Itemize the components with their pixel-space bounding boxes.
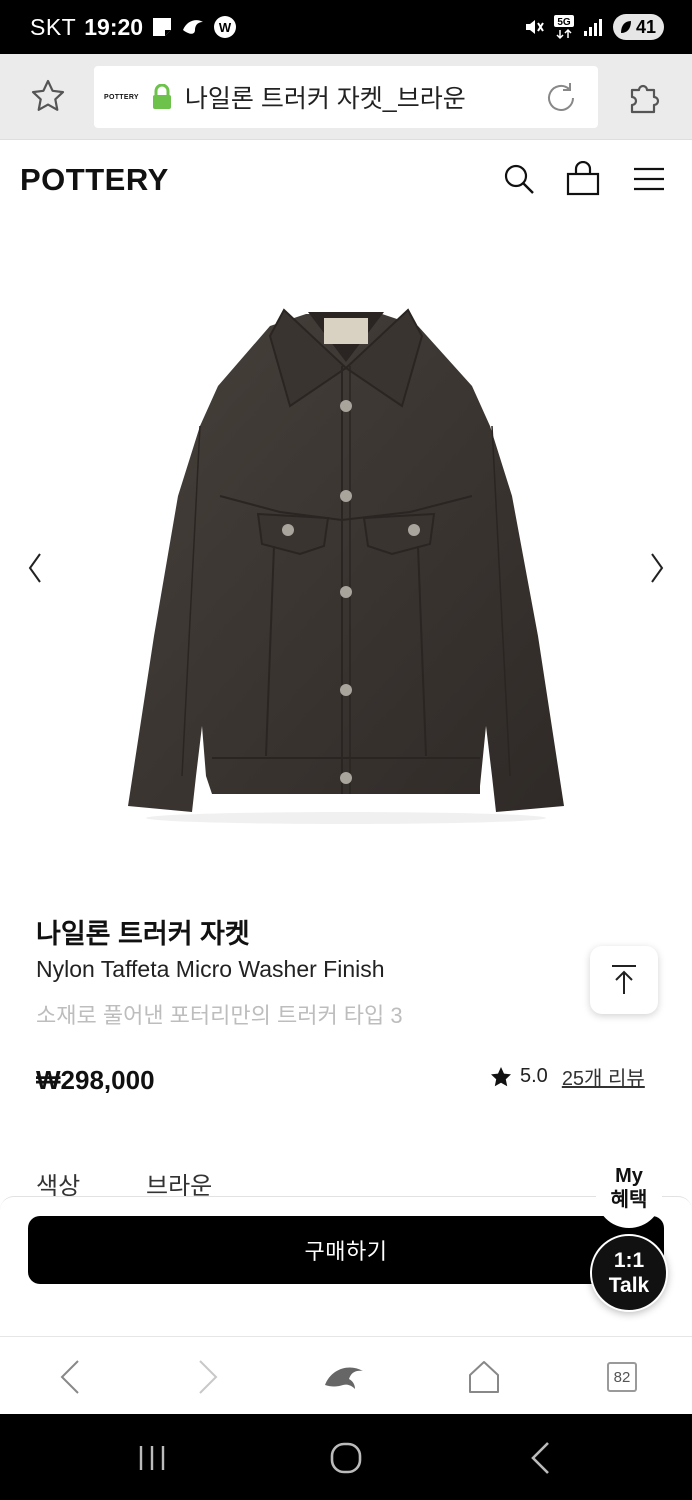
notification-w-icon: W [213,15,237,39]
back-arrow-icon[interactable] [48,1355,92,1399]
product-english-name: Nylon Taffeta Micro Washer Finish [36,956,385,982]
product-price: ₩298,000 [36,1065,155,1095]
browser-address-bar: POTTERY 나일론 트러커 자켓_브라운 [0,54,692,140]
my-benefit-button[interactable]: My 혜택 [598,1150,660,1226]
home-icon[interactable] [462,1355,506,1399]
tab-count: 82 [607,1362,637,1392]
site-header: POTTERY [0,140,692,218]
search-icon[interactable] [500,160,538,198]
rating-summary: 5.0 25개 리뷰 [490,1062,645,1091]
svg-text:W: W [219,20,232,35]
dolphin-browser-icon[interactable] [322,1355,366,1399]
battery-level: 41 [635,16,656,37]
star-icon [491,1066,511,1086]
system-back-icon[interactable] [518,1436,562,1480]
product-name: 나일론 트러커 자켓 [36,919,250,949]
network-label: 5G [557,17,571,28]
signal-icon [583,17,605,37]
my-benefit-line1: My [615,1165,643,1187]
bookmark-star-icon[interactable] [28,76,68,116]
battery-indicator: 41 [612,14,664,40]
my-benefit-line2: 혜택 [610,1189,648,1211]
recent-apps-icon[interactable] [130,1436,174,1480]
browser-bottom-toolbar: 82 [0,1336,692,1414]
jacket-product-image [128,308,564,824]
product-description: 소재로 풀어낸 포터리만의 트러커 타입 3 [36,1003,403,1028]
buy-button[interactable]: 구매하기 [28,1216,664,1284]
url-field[interactable]: POTTERY 나일론 트러커 자켓_브라운 [94,66,598,128]
home-circle-icon[interactable] [324,1436,368,1480]
refresh-icon[interactable] [542,79,580,117]
scroll-to-top-button[interactable] [590,946,658,1014]
tabs-button[interactable]: 82 [600,1355,644,1399]
site-favicon-label: POTTERY [104,93,139,101]
network-5g-icon: 5G [553,14,575,40]
leaf-icon [620,21,631,33]
talk-line2: Talk [608,1274,650,1297]
next-image-arrow-icon[interactable] [642,548,672,588]
rating-score: 5.0 [520,1065,548,1087]
carrier-label: SKT [30,13,77,40]
mute-icon [523,16,545,38]
brand-logo[interactable]: POTTERY [20,162,169,198]
status-bar: SKT 19:20 W 5G 41 [0,0,692,54]
lock-icon [151,84,173,110]
extension-puzzle-icon[interactable] [624,76,666,118]
notification-app-icon [151,16,173,38]
hamburger-menu-icon[interactable] [630,160,668,198]
talk-line1: 1:1 [613,1248,645,1272]
page-title: 나일론 트러커 자켓_브라운 [184,85,466,113]
one-to-one-talk-button[interactable]: 1:1 Talk [590,1234,668,1312]
android-navigation-bar [0,1414,692,1500]
notification-wing-icon [181,16,205,38]
forward-arrow-icon[interactable] [186,1355,230,1399]
previous-image-arrow-icon[interactable] [20,548,50,588]
shopping-bag-icon[interactable] [564,160,602,198]
review-count-link[interactable]: 25개 리뷰 [562,1062,645,1091]
arrow-up-icon [612,965,636,994]
product-image-gallery[interactable] [0,218,692,898]
clock: 19:20 [84,13,144,40]
